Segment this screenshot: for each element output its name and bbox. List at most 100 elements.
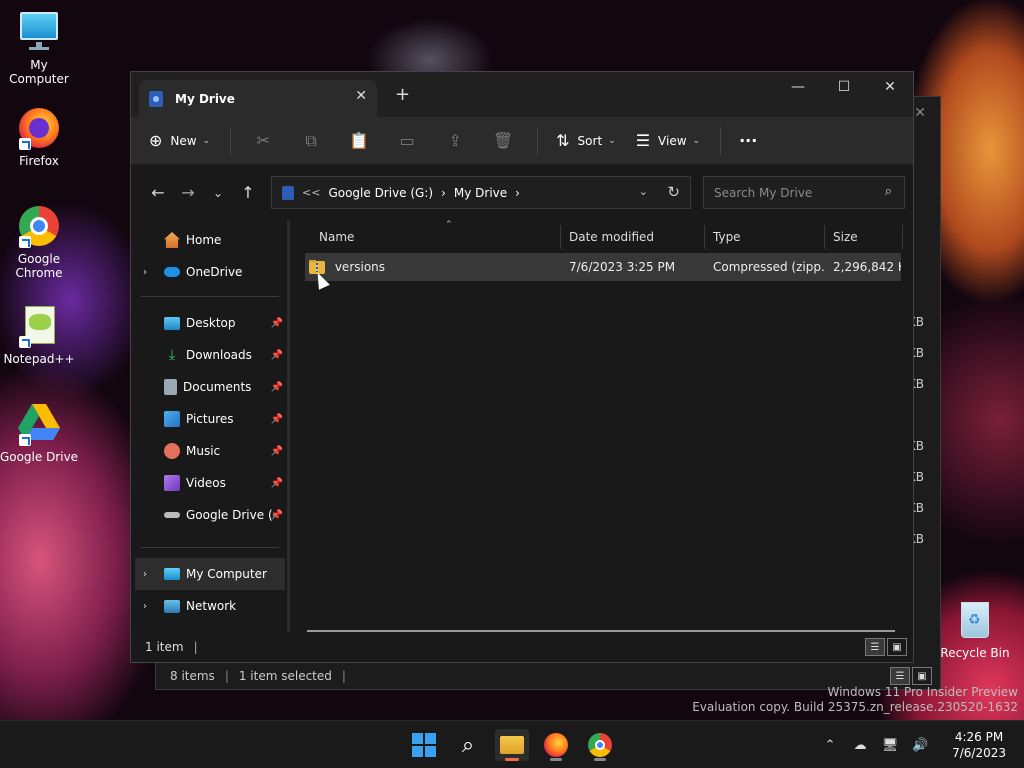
pin-icon[interactable]: 📌 <box>271 318 283 329</box>
network-icon[interactable]: 🖥 <box>878 738 902 753</box>
column-header-type[interactable]: Type <box>705 224 825 249</box>
search-input[interactable] <box>714 185 874 200</box>
desktop-icon-firefox[interactable]: Firefox <box>0 106 79 168</box>
sidebar-item-videos[interactable]: Videos 📌 <box>131 467 289 499</box>
folder-icon <box>500 736 524 754</box>
breadcrumb-my-drive[interactable]: My Drive <box>454 186 507 200</box>
copy-icon[interactable]: ⧉ <box>297 127 325 155</box>
taskbar-chrome[interactable] <box>583 729 617 761</box>
pin-icon[interactable]: 📌 <box>271 446 283 457</box>
rename-icon[interactable]: ▭ <box>393 127 421 155</box>
sidebar-item-onedrive[interactable]: › OneDrive <box>131 256 289 288</box>
sidebar-item-home[interactable]: Home <box>131 224 289 256</box>
breadcrumb-overflow[interactable]: << <box>302 186 320 199</box>
chevron-right-icon[interactable]: › <box>143 601 147 612</box>
back-arrow-icon[interactable]: ← <box>143 178 173 208</box>
chevron-right-icon[interactable]: › <box>515 186 520 200</box>
sidebar-item-desktop[interactable]: Desktop 📌 <box>131 307 289 339</box>
column-header-date-modified[interactable]: Date modified <box>561 224 705 249</box>
background-view-toggles: ☰ ▣ <box>888 667 932 685</box>
status-bar: 1 item | ☰ ▣ <box>131 632 913 662</box>
tiles-view-icon[interactable]: ▣ <box>887 638 907 656</box>
forward-arrow-icon[interactable]: → <box>173 178 203 208</box>
sidebar-item-my-computer[interactable]: › My Computer <box>135 558 285 590</box>
firefox-icon <box>17 106 61 150</box>
sort-button[interactable]: ⇅ Sort ⌄ <box>556 131 616 150</box>
plus-circle-icon: ⊕ <box>149 131 163 150</box>
shortcut-arrow-icon <box>19 236 31 248</box>
taskbar-file-explorer[interactable] <box>495 729 529 761</box>
chevron-right-icon[interactable]: › <box>143 267 147 278</box>
volume-icon[interactable]: 🔊 <box>908 738 932 753</box>
search-box[interactable]: ⌕ <box>703 176 905 209</box>
chevron-down-icon[interactable]: ⌄ <box>639 185 648 198</box>
start-button[interactable] <box>407 729 441 761</box>
pictures-icon <box>164 411 180 427</box>
delete-icon[interactable]: 🗑 <box>489 127 517 155</box>
sidebar-item-pictures[interactable]: Pictures 📌 <box>131 403 289 435</box>
view-button[interactable]: ☰ View ⌄ <box>636 131 700 150</box>
recent-locations-chevron-icon[interactable]: ⌄ <box>203 178 233 208</box>
tab-my-drive[interactable]: My Drive ✕ <box>139 80 377 117</box>
cut-icon[interactable]: ✂ <box>249 127 277 155</box>
windows-watermark: Windows 11 Pro Insider Preview Evaluatio… <box>692 685 1018 714</box>
home-icon <box>164 232 180 248</box>
maximize-icon[interactable]: ☐ <box>821 72 867 102</box>
pin-icon[interactable]: 📌 <box>271 478 283 489</box>
desktop-icon-google-drive[interactable]: Google Drive <box>0 402 79 464</box>
desktop-icon-my-computer[interactable]: My Computer <box>0 10 79 86</box>
more-options-button[interactable]: ··· <box>739 131 757 150</box>
new-button[interactable]: ⊕ New ⌄ <box>149 131 210 150</box>
videos-icon <box>164 475 180 491</box>
cloud-offline-icon[interactable]: ☁ <box>848 738 872 753</box>
pin-icon[interactable]: 📌 <box>271 414 283 425</box>
desktop-icon-notepadpp[interactable]: Notepad++ <box>0 304 79 366</box>
command-bar: ⊕ New ⌄ ✂ ⧉ 📋 ▭ ⇪ 🗑 ⇅ Sort ⌄ ☰ View ⌄ ··… <box>131 117 913 165</box>
search-icon[interactable]: ⌕ <box>885 184 892 199</box>
clock-time: 4:26 PM <box>954 730 1004 744</box>
search-icon: ⌕ <box>461 732 475 758</box>
title-bar: My Drive ✕ + — ☐ ✕ <box>131 72 913 117</box>
chevron-down-icon: ⌄ <box>608 135 616 146</box>
table-row[interactable]: versions 7/6/2023 3:25 PM Compressed (zi… <box>305 253 901 281</box>
sort-ascending-icon: ⌃ <box>445 220 453 230</box>
shortcut-arrow-icon <box>19 138 31 150</box>
tiles-view-icon[interactable]: ▣ <box>912 667 932 685</box>
column-header-size[interactable]: Size <box>825 224 903 249</box>
close-tab-icon[interactable]: ✕ <box>355 88 367 104</box>
chevron-right-icon[interactable]: › <box>441 186 446 200</box>
pin-icon[interactable]: 📌 <box>271 510 283 521</box>
address-row: ← → ⌄ ↑ << Google Drive (G:) › My Drive … <box>131 165 913 220</box>
sidebar-item-documents[interactable]: Documents 📌 <box>131 371 289 403</box>
sidebar-item-downloads[interactable]: ⤓ Downloads 📌 <box>131 339 289 371</box>
details-view-icon[interactable]: ☰ <box>890 667 910 685</box>
details-view-icon[interactable]: ☰ <box>865 638 885 656</box>
music-icon <box>164 443 180 459</box>
desktop-icon-google-chrome[interactable]: Google Chrome <box>0 204 79 280</box>
breadcrumb-google-drive[interactable]: Google Drive (G:) <box>328 186 433 200</box>
close-icon[interactable]: ✕ <box>914 105 926 121</box>
sidebar-item-network[interactable]: › Network <box>131 590 289 622</box>
desktop-icon-recycle-bin[interactable]: ♻ Recycle Bin <box>935 598 1015 660</box>
sidebar-item-music[interactable]: Music 📌 <box>131 435 289 467</box>
paste-icon[interactable]: 📋 <box>345 127 373 155</box>
up-arrow-icon[interactable]: ↑ <box>233 178 263 208</box>
desktop-icon-label: Recycle Bin <box>940 646 1010 660</box>
search-button[interactable]: ⌕ <box>451 729 485 761</box>
column-header-name[interactable]: Name <box>305 224 561 249</box>
share-icon[interactable]: ⇪ <box>441 127 469 155</box>
close-icon[interactable]: ✕ <box>867 72 913 102</box>
minimize-icon[interactable]: — <box>775 72 821 102</box>
sidebar-item-google-drive[interactable]: Google Drive (G: 📌 <box>131 499 289 531</box>
new-tab-icon[interactable]: + <box>395 84 410 105</box>
chevron-right-icon[interactable]: › <box>143 569 147 580</box>
drive-icon <box>282 185 294 200</box>
pin-icon[interactable]: 📌 <box>271 382 283 393</box>
clock[interactable]: 4:26 PM 7/6/2023 <box>952 729 1006 761</box>
address-bar[interactable]: << Google Drive (G:) › My Drive › ⌄ ↻ <box>271 176 691 209</box>
refresh-icon[interactable]: ↻ <box>667 183 680 201</box>
taskbar-firefox[interactable] <box>539 729 573 761</box>
chevron-up-icon[interactable]: ⌃ <box>818 738 842 753</box>
drive-disk-icon <box>164 512 180 518</box>
pin-icon[interactable]: 📌 <box>271 350 283 361</box>
